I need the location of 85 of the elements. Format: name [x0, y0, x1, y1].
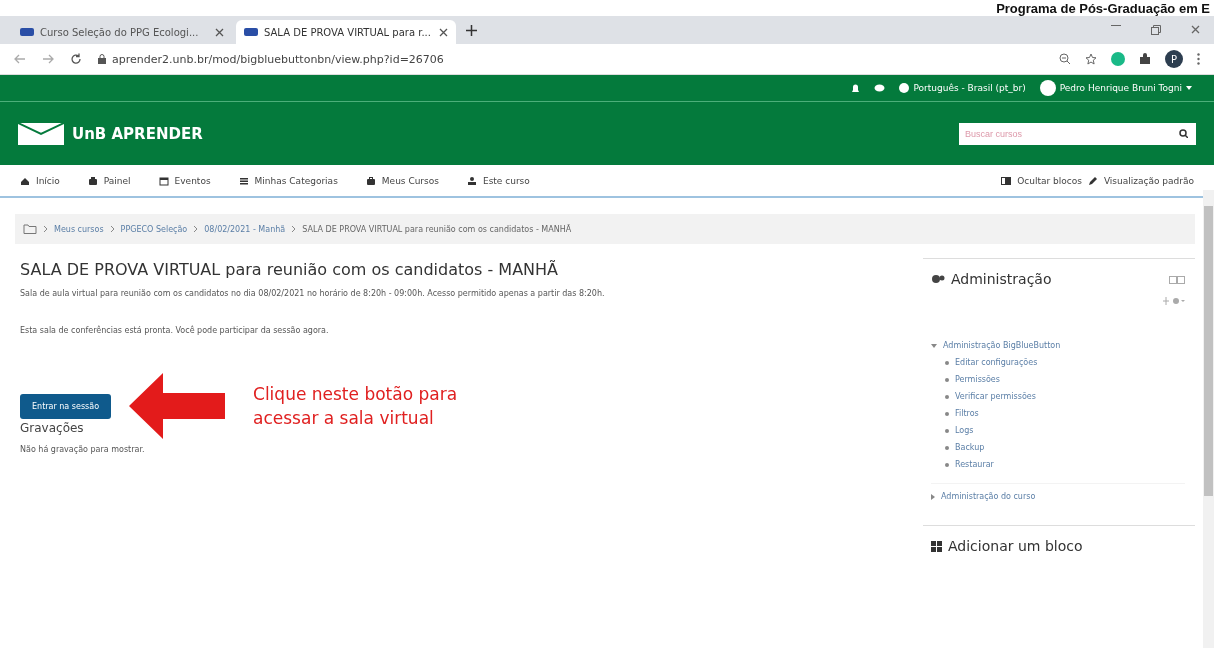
chat-icon[interactable]	[874, 83, 886, 93]
site-name[interactable]: UnB APRENDER	[72, 124, 203, 143]
pen-icon	[1087, 175, 1098, 186]
restore-icon[interactable]	[1151, 25, 1161, 35]
tree-item[interactable]: Administração BigBlueButton	[943, 341, 1061, 350]
page-title: SALA DE PROVA VIRTUAL para reunião com os candidatos - MANHÃ	[20, 260, 560, 279]
briefcase-icon	[365, 175, 376, 186]
nav-link[interactable]: Meus Cursos	[365, 175, 439, 186]
lock-icon	[98, 54, 106, 64]
envelope-logo-icon	[18, 122, 64, 145]
caret-icon[interactable]	[1186, 86, 1192, 90]
users-icon	[466, 175, 477, 186]
empty-recordings-text: Não há gravação para mostrar.	[20, 445, 146, 454]
zoom-icon[interactable]	[1059, 53, 1071, 65]
bullet-icon	[945, 462, 949, 467]
tree-item[interactable]: Backup	[955, 443, 985, 452]
tree-item[interactable]: Administração do curso	[941, 492, 1036, 501]
globe-icon	[899, 83, 910, 93]
user-menu[interactable]: Pedro Henrique Bruni Togni	[1059, 83, 1182, 93]
bell-icon[interactable]	[851, 83, 861, 93]
overlay-heading: Programa de Pós-Graduação em E	[996, 0, 1211, 16]
profile-avatar[interactable]: P	[1165, 50, 1183, 68]
gears-icon	[931, 274, 945, 284]
expand-icon[interactable]	[931, 493, 935, 500]
description-text: Sala de aula virtual para reunião com os candidatos no dia 08/02/2021 no horário de 8:20h - 09:00h. Acesso permitido apenas a partir das 8:20h.	[20, 289, 606, 298]
new-tab-icon[interactable]	[466, 24, 477, 36]
annotation-text: Clique neste botão para acessar a sala virtual	[253, 383, 458, 430]
tree-item[interactable]: Editar configurações	[955, 358, 1038, 367]
breadcrumb-current: SALA DE PROVA VIRTUAL para reunião com os candidatos - MANHÃ	[302, 224, 572, 234]
list-icon	[238, 175, 249, 186]
browser-tab[interactable]: Curso Seleção do PPG Ecologi...	[12, 20, 232, 44]
search-icon[interactable]	[1179, 129, 1188, 138]
folder-icon	[23, 224, 37, 234]
chevron-icon	[291, 225, 297, 233]
tree-item[interactable]: Logs	[955, 426, 974, 435]
chevron-icon	[193, 225, 199, 233]
bullet-icon	[945, 428, 949, 433]
menu-icon[interactable]	[1197, 53, 1200, 65]
url-field[interactable]: aprender2.unb.br/mod/bigbluebuttonbn/view.php?id=26706	[112, 52, 444, 66]
nav-link[interactable]: Eventos	[158, 175, 211, 186]
close-icon[interactable]	[1191, 25, 1200, 34]
nav-link[interactable]: Painel	[87, 175, 131, 186]
puzzle-icon[interactable]	[1139, 53, 1151, 65]
nav-link[interactable]: Início	[20, 175, 60, 186]
breadcrumb-link[interactable]: 08/02/2021 - Manhã	[204, 224, 286, 234]
tree-item[interactable]: Filtros	[955, 409, 979, 418]
block-title: Administração	[951, 271, 1052, 287]
minimize-icon[interactable]	[1111, 25, 1121, 27]
status-text: Esta sala de conferências está pronta. Você pode participar da sessão agora.	[20, 326, 330, 335]
reload-icon[interactable]	[70, 53, 82, 65]
home-icon	[20, 175, 30, 186]
join-session-button[interactable]: Entrar na sessão	[20, 393, 112, 419]
tree-item[interactable]: Permissões	[955, 375, 1000, 384]
language-menu[interactable]: Português - Brasil (pt_br)	[913, 83, 1026, 93]
close-icon[interactable]	[439, 27, 448, 37]
star-icon[interactable]	[1085, 53, 1097, 65]
calendar-icon	[158, 175, 169, 186]
recordings-heading: Gravações	[20, 421, 85, 435]
bullet-icon	[945, 360, 949, 365]
tree-item[interactable]: Restaurar	[955, 460, 994, 469]
nav-link[interactable]: Ocultar blocos	[1001, 175, 1082, 186]
nav-link[interactable]: Visualização padrão	[1087, 175, 1194, 186]
nav-link[interactable]: Minhas Categorias	[238, 175, 338, 186]
user-avatar	[1039, 80, 1056, 96]
bullet-icon	[945, 377, 949, 382]
bullet-icon	[945, 394, 949, 399]
bullet-icon	[945, 411, 949, 416]
browser-tab[interactable]: SALA DE PROVA VIRTUAL para r...	[236, 20, 456, 44]
favicon-icon	[20, 28, 34, 36]
panel-icon	[1001, 175, 1012, 186]
collapse-icon[interactable]	[931, 343, 937, 348]
scrollbar[interactable]	[1203, 190, 1214, 648]
dashboard-icon	[87, 175, 98, 186]
breadcrumb-link[interactable]: Meus cursos	[54, 224, 104, 234]
close-icon[interactable]	[215, 27, 224, 37]
favicon-icon	[244, 28, 258, 36]
tree-item[interactable]: Verificar permissões	[955, 392, 1036, 401]
chevron-icon	[43, 225, 48, 233]
nav-link[interactable]: Este curso	[466, 175, 530, 186]
blocks-icon	[931, 540, 942, 552]
breadcrumb-link[interactable]: PPGECO Seleção	[120, 224, 188, 234]
block-title: Adicionar um bloco	[948, 538, 1083, 554]
bullet-icon	[945, 445, 949, 450]
chevron-icon	[109, 225, 115, 233]
extension-icon[interactable]	[1111, 52, 1125, 66]
